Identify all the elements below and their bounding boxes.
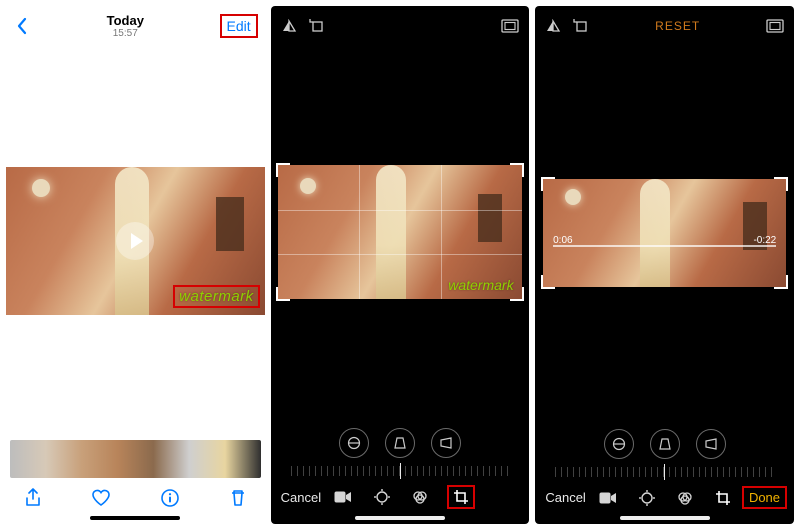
title-wrap: Today 15:57 [107, 13, 144, 39]
grid-line [359, 165, 360, 299]
watermark-label: watermark [448, 277, 513, 293]
crop-handle-br[interactable] [510, 287, 524, 301]
aspect-ratio-icon[interactable] [501, 19, 519, 33]
filters-mode-icon[interactable] [677, 490, 693, 506]
three-screens-row: Today 15:57 Edit watermark [0, 0, 800, 530]
adjust-buttons-row [271, 424, 530, 460]
share-icon[interactable] [24, 488, 42, 508]
crop-frame[interactable]: watermark [278, 165, 521, 299]
crop-handle-bl[interactable] [541, 275, 555, 289]
rotate-icon[interactable] [573, 18, 589, 34]
archway [640, 179, 670, 287]
ruler-center-mark [664, 464, 665, 480]
filters-mode-icon[interactable] [412, 489, 428, 505]
video-thumbnail[interactable]: watermark [6, 167, 265, 315]
adjust-mode-icon[interactable] [374, 489, 390, 505]
crop-handle-br[interactable] [774, 275, 788, 289]
reset-button[interactable]: RESET [655, 19, 700, 33]
lamp-glow [300, 178, 316, 194]
grid-line [278, 254, 521, 255]
aspect-ratio-icon[interactable] [766, 19, 784, 33]
window-shutter [216, 197, 244, 251]
flip-vertical-icon[interactable] [281, 19, 297, 33]
screen-photo-viewer: Today 15:57 Edit watermark [6, 6, 265, 524]
crop-handle-tr[interactable] [510, 163, 524, 177]
play-icon[interactable] [116, 222, 154, 260]
home-indicator [90, 516, 180, 520]
home-indicator [620, 516, 710, 520]
video-preview-area: watermark [6, 42, 265, 440]
back-chevron-icon[interactable] [16, 17, 28, 35]
editor-bottom-bar: Cancel Done [535, 483, 794, 510]
done-button[interactable]: Done [745, 489, 784, 506]
crop-handle-tl[interactable] [276, 163, 290, 177]
vertical-perspective-button[interactable] [650, 429, 680, 459]
rotate-icon[interactable] [309, 18, 325, 34]
thumbnail-strip[interactable] [10, 440, 261, 478]
editor-top-bar: RESET [535, 6, 794, 40]
page-title: Today [107, 13, 144, 28]
grid-line [278, 210, 521, 211]
crop-canvas[interactable]: watermark [271, 40, 530, 424]
flip-vertical-icon[interactable] [545, 19, 561, 33]
time-remaining: -0:22 [753, 235, 776, 246]
straighten-button[interactable] [604, 429, 634, 459]
watermark-label: watermark [176, 288, 257, 305]
home-indicator [355, 516, 445, 520]
scrub-bar[interactable] [553, 245, 776, 247]
ruler-center-mark [400, 463, 401, 479]
adjust-mode-icon[interactable] [639, 490, 655, 506]
angle-ruler[interactable] [291, 460, 510, 482]
crop-handle-tr[interactable] [774, 177, 788, 191]
crop-mode-icon[interactable] [715, 490, 731, 506]
angle-ruler[interactable] [555, 461, 774, 483]
lamp-glow [32, 179, 50, 197]
edit-mode-icons [334, 488, 472, 506]
crop-handle-tl[interactable] [541, 177, 555, 191]
bottom-toolbar [6, 482, 265, 510]
editor-top-bar [271, 6, 530, 40]
archway [376, 165, 406, 299]
video-mode-icon[interactable] [599, 492, 617, 504]
grid-line [441, 165, 442, 299]
crop-canvas[interactable]: 0:06 -0:22 [535, 40, 794, 425]
edit-mode-icons [599, 490, 731, 506]
screen-crop-editor: watermark [271, 6, 530, 524]
horizontal-perspective-button[interactable] [696, 429, 726, 459]
edit-button[interactable]: Edit [223, 17, 255, 35]
nav-bar: Today 15:57 Edit [6, 6, 265, 42]
favorite-heart-icon[interactable] [91, 489, 111, 507]
horizontal-perspective-button[interactable] [431, 428, 461, 458]
editor-bottom-bar: Cancel [271, 482, 530, 510]
crop-mode-icon[interactable] [450, 488, 472, 506]
lamp-glow [565, 189, 581, 205]
vertical-perspective-button[interactable] [385, 428, 415, 458]
trash-icon[interactable] [229, 488, 247, 508]
time-elapsed: 0:06 [553, 235, 572, 246]
window-shutter [478, 194, 502, 242]
cancel-button[interactable]: Cancel [281, 490, 321, 505]
cancel-button[interactable]: Cancel [545, 490, 585, 505]
crop-frame[interactable]: 0:06 -0:22 [543, 179, 786, 287]
info-icon[interactable] [160, 488, 180, 508]
straighten-button[interactable] [339, 428, 369, 458]
video-mode-icon[interactable] [334, 491, 352, 503]
screen-crop-editor-done: RESET 0:06 -0:22 [535, 6, 794, 524]
page-subtitle: 15:57 [107, 28, 144, 39]
adjust-buttons-row [535, 425, 794, 461]
crop-handle-bl[interactable] [276, 287, 290, 301]
